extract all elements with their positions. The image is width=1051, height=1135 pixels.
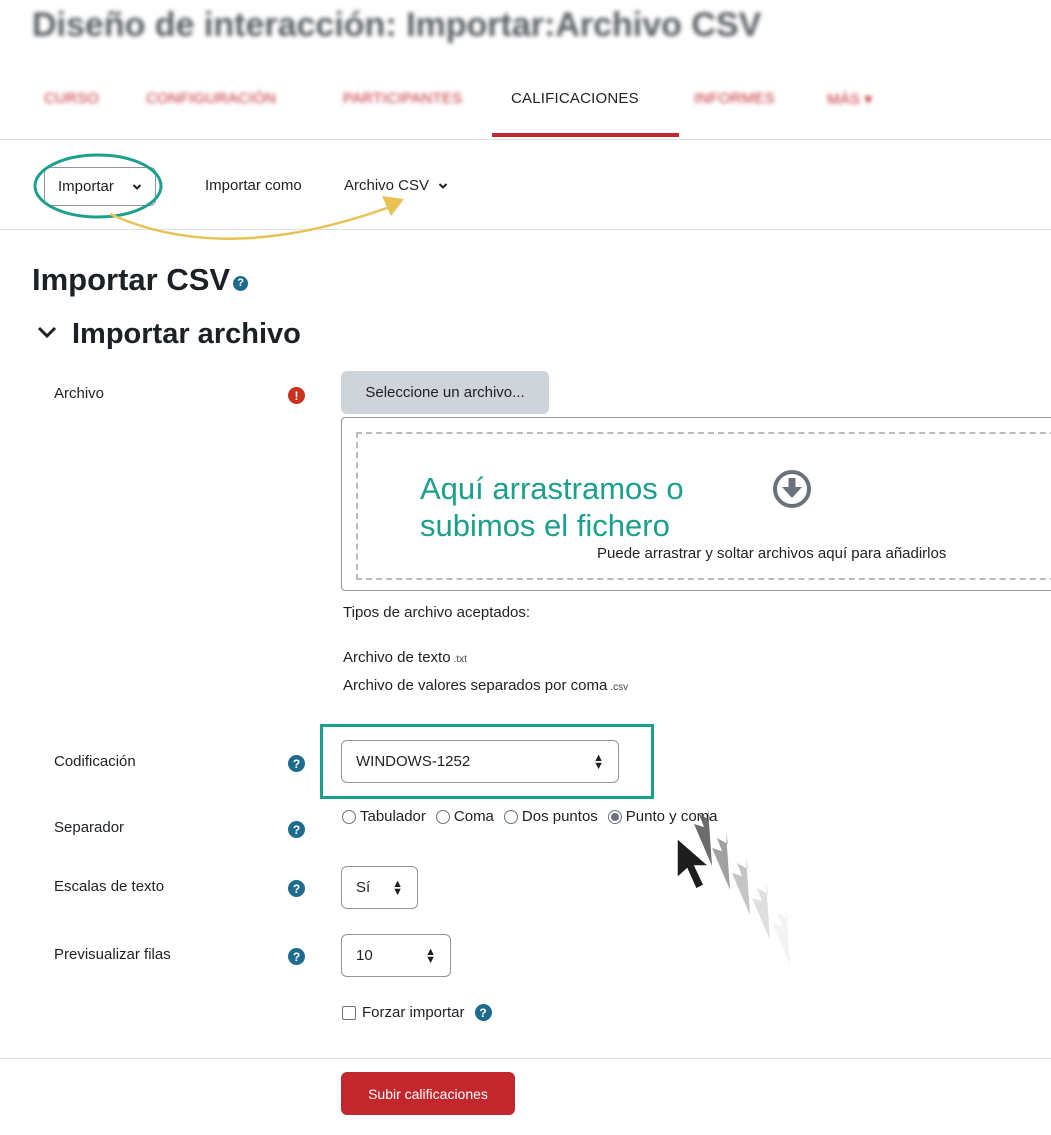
separator-label: Separador [54,819,125,836]
section-heading-text: Importar archivo [72,318,301,350]
question-circle-icon[interactable]: ? [288,948,305,965]
force-import-checkbox[interactable] [342,1005,356,1020]
encoding-value: WINDOWS-1252 [356,753,471,770]
text-scales-select[interactable]: Sí ▲ ▼ [341,866,418,909]
accepted-types-title: Tipos de archivo aceptados: [343,604,531,621]
accepted-type-item: Archivo de texto .txt [343,649,467,666]
mouse-cursor-icon [676,836,711,891]
radio-button[interactable] [503,809,518,824]
radio-button[interactable] [342,809,356,824]
import-action-select[interactable]: Importar [44,167,156,206]
chevron-down-icon [438,182,448,189]
accepted-type-name: Archivo de texto [343,649,451,666]
import-action-label: Importar [58,178,114,195]
preview-rows-select[interactable]: 10 ▲ ▼ [341,934,451,977]
question-circle-icon[interactable]: ? [474,1004,492,1021]
download-circle-icon [773,470,811,508]
updown-arrows-icon: ▲ ▼ [593,751,604,772]
form-divider [0,1058,1051,1059]
radio-tabulador[interactable]: Tabulador [342,808,426,825]
tab-calificaciones[interactable]: Calificaciones [511,90,639,107]
accepted-type-item: Archivo de valores separados por coma .cs… [343,677,628,694]
radio-punto-y-coma[interactable]: Punto y coma [607,808,718,825]
text-scales-label: Escalas de texto [54,878,165,895]
tab-curso[interactable]: Curso [44,90,99,107]
updown-arrows-icon: ▲ ▼ [425,945,436,966]
question-circle-icon[interactable]: ? [288,880,305,897]
radio-coma[interactable]: Coma [435,808,494,825]
tertiary-navigation: Importar Importar como Archivo CSV [0,140,1051,230]
question-circle-icon[interactable]: ? [233,275,249,291]
page-heading: Importar CSV? [32,262,249,298]
force-import-label: Forzar importar [362,1004,465,1021]
cursor-trail-icon [694,808,790,965]
separator-radio-group: Tabulador Coma Dos puntos Punto y coma [342,808,728,825]
radio-button[interactable] [435,809,450,824]
tab-mas[interactable]: Más ▾ [827,90,872,108]
choose-file-button[interactable]: Seleccione un archivo... [341,371,549,414]
accepted-type-ext: .csv [610,682,629,693]
section-heading-import-file[interactable]: Importar archivo [36,318,301,351]
tab-informes[interactable]: Informes [694,90,775,107]
force-import-row: Forzar importar ? [342,1004,492,1021]
file-label: Archivo [54,385,105,402]
radio-label: Dos puntos [521,808,598,825]
question-circle-icon[interactable]: ? [288,755,305,772]
import-format-select[interactable]: Archivo CSV [344,177,448,194]
question-circle-icon[interactable]: ? [288,821,305,838]
radio-dos-puntos[interactable]: Dos puntos [503,808,598,825]
active-tab-indicator [492,133,679,137]
accepted-type-name: Archivo de valores separados por coma [343,677,608,694]
preview-rows-label: Previsualizar filas [54,946,171,963]
chevron-down-icon [37,326,57,339]
tab-participantes[interactable]: Participantes [343,90,462,107]
import-as-label: Importar como [205,177,302,194]
radio-label: Coma [453,808,494,825]
chevron-down-icon [132,183,142,190]
text-scales-value: Sí [356,879,371,896]
encoding-label: Codificación [54,753,136,770]
import-format-value: Archivo CSV [344,177,430,194]
radio-label: Tabulador [360,808,426,825]
dropzone-annotation: Aquí arrastramos o subimos el fichero [420,471,684,543]
radio-label: Punto y coma [625,808,718,825]
accepted-type-ext: .txt [453,654,467,665]
secondary-navigation: Curso Configuración Participantes Califi… [0,68,1051,140]
upload-grades-button[interactable]: Subir calificaciones [341,1072,515,1115]
preview-rows-value: 10 [356,947,373,964]
tab-configuracion[interactable]: Configuración [146,90,276,107]
exclamation-circle-icon[interactable]: ! [288,387,305,404]
radio-button-checked[interactable] [607,809,622,824]
updown-arrows-icon: ▲ ▼ [392,877,403,898]
encoding-select[interactable]: WINDOWS-1252 ▲ ▼ [341,740,619,783]
page-heading-text: Importar CSV [32,262,231,297]
dropzone-hint: Puede arrastrar y soltar archivos aquí p… [597,545,947,562]
page-title: Diseño de interacción: Importar:Archivo … [32,6,762,44]
